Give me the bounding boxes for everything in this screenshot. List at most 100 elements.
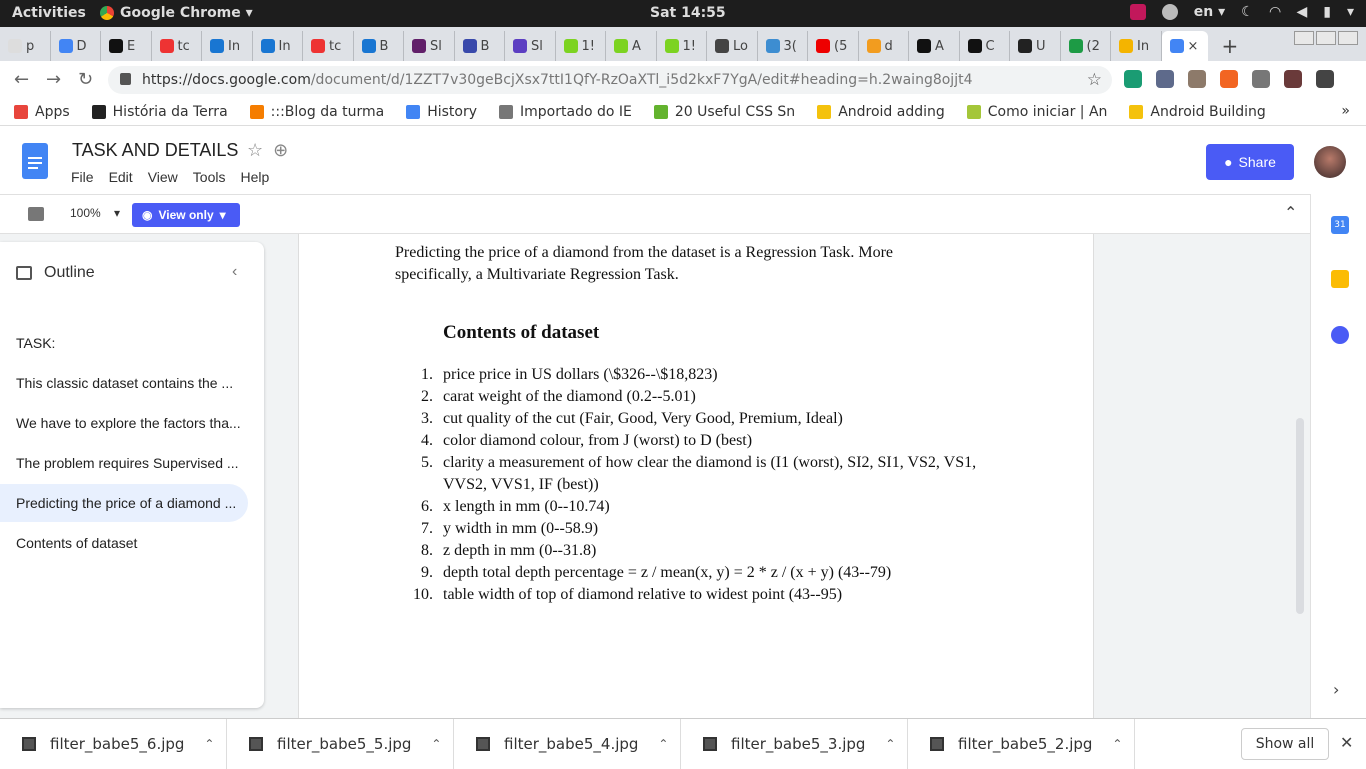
browser-tab[interactable]: B [354,31,404,61]
app-menu[interactable]: Google Chrome ▾ [100,5,253,21]
tab-close-icon[interactable]: × [1188,39,1199,54]
clock[interactable]: Sat 14:55 [650,5,726,21]
menu-help[interactable]: Help [240,169,269,185]
outline-item[interactable]: We have to explore the factors tha... [0,404,248,442]
lock-icon[interactable] [120,73,131,85]
close-window-button[interactable] [1338,31,1358,45]
language-selector[interactable]: en ▾ [1194,4,1225,20]
screenshot-tool-icon[interactable] [1129,4,1146,20]
browser-tab[interactable]: 3( [758,31,808,61]
show-all-button[interactable]: Show all [1241,728,1329,760]
mode-selector[interactable]: ◉ View only ▾ [132,203,240,227]
download-item[interactable]: filter_babe5_6.jpg ⌃ [0,719,227,769]
browser-tab[interactable]: d [859,31,909,61]
keep-icon[interactable] [1331,270,1349,288]
power-menu-icon[interactable]: ▾ [1347,4,1354,20]
browser-tab[interactable]: 1! [556,31,606,61]
bookmark-item[interactable]: Importado do IE [499,104,632,120]
maximize-button[interactable] [1316,31,1336,45]
browser-tab[interactable]: Sl [404,31,455,61]
activities-button[interactable]: Activities [12,5,86,21]
scrollbar[interactable] [1296,418,1304,614]
add-to-drive-icon[interactable]: ⊕ [273,140,288,161]
download-item[interactable]: filter_babe5_2.jpg ⌃ [908,719,1135,769]
docs-home-icon[interactable] [22,143,48,179]
outline-item[interactable]: Predicting the price of a diamond ... [0,484,248,522]
menu-tools[interactable]: Tools [193,169,226,185]
share-button[interactable]: ● Share [1206,144,1294,180]
vpn-icon[interactable] [1161,4,1178,20]
bookmark-item[interactable]: Apps [14,104,70,120]
tasks-icon[interactable] [1331,326,1349,344]
star-icon[interactable]: ☆ [247,140,263,161]
bookmark-item[interactable]: 20 Useful CSS Sn [653,104,795,120]
browser-tab[interactable]: (2 [1061,31,1111,61]
download-options-icon[interactable]: ⌃ [204,737,214,751]
zoom-select[interactable]: 100% ▾ [70,206,120,220]
url-field[interactable]: https://docs.google.com/document/d/1ZZT7… [108,66,1112,94]
forward-button[interactable]: → [46,69,61,90]
browser-tab[interactable]: B [455,31,505,61]
browser-tab[interactable]: In [202,31,253,61]
browser-tab[interactable]: p [0,31,51,61]
bookmark-star-icon[interactable]: ☆ [1087,66,1102,94]
collapse-menus-icon[interactable]: ⌃ [1284,203,1297,222]
extension-icon[interactable] [1188,70,1206,88]
menu-view[interactable]: View [148,169,178,185]
reload-button[interactable]: ↻ [78,69,93,90]
download-options-icon[interactable]: ⌃ [885,737,895,751]
new-tab-button[interactable]: + [1222,31,1239,61]
bookmark-favicon-icon [406,104,421,119]
browser-tab[interactable]: U [1010,31,1061,61]
outline-item[interactable]: The problem requires Supervised ... [0,444,248,482]
bookmark-item[interactable]: :::Blog da turma [249,104,384,120]
outline-item[interactable]: Contents of dataset [0,524,248,562]
bookmark-item[interactable]: Android Building [1129,104,1266,120]
bookmarks-overflow-button[interactable]: » [1341,103,1350,119]
close-shelf-icon[interactable]: ✕ [1340,733,1353,752]
bookmark-item[interactable]: Android adding [817,104,945,120]
bookmark-favicon-icon [499,104,514,119]
browser-tab[interactable]: A [606,31,657,61]
download-options-icon[interactable]: ⌃ [658,737,668,751]
browser-tab[interactable]: C [960,31,1010,61]
browser-tab[interactable]: A [909,31,960,61]
browser-tab[interactable]: E [101,31,152,61]
expand-panel-icon[interactable]: › [1333,680,1339,699]
account-avatar[interactable] [1314,146,1346,178]
tab-active-docs[interactable]: × [1161,31,1208,61]
extension-icon[interactable] [1156,70,1174,88]
extension-icon[interactable] [1284,70,1302,88]
back-button[interactable]: ← [14,69,29,90]
extension-icon[interactable] [1124,70,1142,88]
document-title[interactable]: TASK AND DETAILS [72,140,238,161]
download-item[interactable]: filter_babe5_4.jpg ⌃ [454,719,681,769]
menu-file[interactable]: File [71,169,94,185]
browser-tab[interactable]: Lo [707,31,758,61]
bookmark-item[interactable]: História da Terra [91,104,228,120]
extension-icon[interactable] [1252,70,1270,88]
download-item[interactable]: filter_babe5_5.jpg ⌃ [227,719,454,769]
extension-icon[interactable] [1220,70,1238,88]
browser-tab[interactable]: Sl [505,31,556,61]
download-options-icon[interactable]: ⌃ [431,737,441,751]
bookmark-item[interactable]: Como iniciar | An [966,104,1107,120]
browser-tab[interactable]: (5 [808,31,859,61]
extension-icon[interactable] [1316,70,1334,88]
outline-item[interactable]: This classic dataset contains the ... [0,364,248,402]
browser-tab[interactable]: 1! [657,31,707,61]
close-outline-icon[interactable]: ‹ [232,263,237,281]
outline-item[interactable]: TASK: [0,324,248,362]
browser-tab[interactable]: In [1111,31,1162,61]
menu-edit[interactable]: Edit [109,169,133,185]
calendar-icon[interactable]: 31 [1331,216,1349,234]
browser-tab[interactable]: In [253,31,303,61]
minimize-button[interactable] [1294,31,1314,45]
browser-tab[interactable]: D [51,31,101,61]
download-item[interactable]: filter_babe5_3.jpg ⌃ [681,719,908,769]
download-options-icon[interactable]: ⌃ [1112,737,1122,751]
browser-tab[interactable]: tc [152,31,202,61]
browser-tab[interactable]: tc [303,31,354,61]
bookmark-item[interactable]: History [406,104,477,120]
print-icon[interactable] [28,207,44,221]
